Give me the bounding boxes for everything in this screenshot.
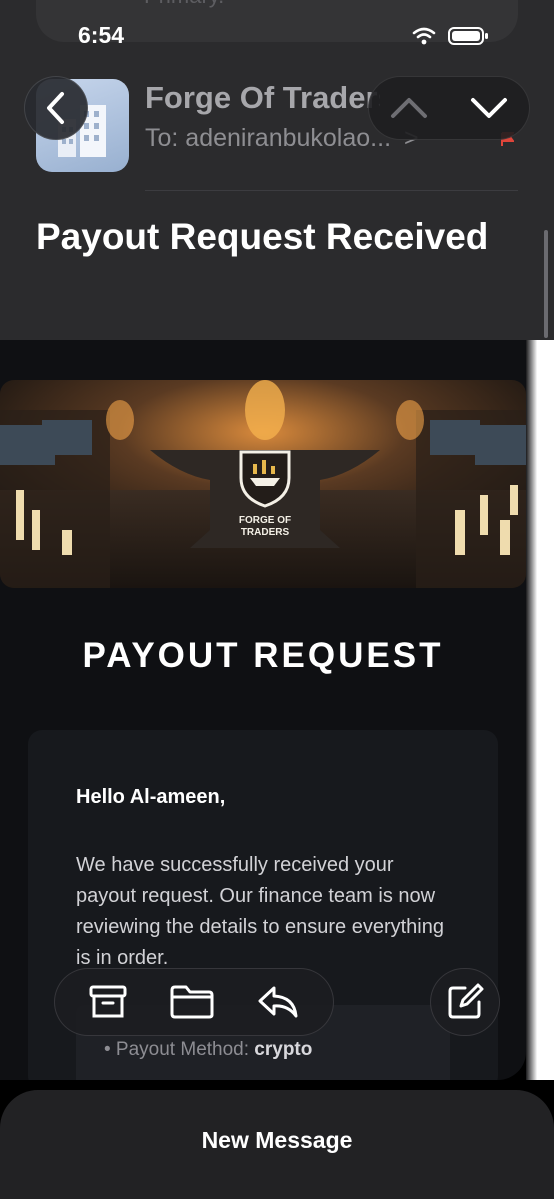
back-button[interactable] — [24, 76, 88, 140]
chevron-down-icon[interactable] — [469, 96, 509, 120]
payout-method-label: • Payout Method: — [104, 1039, 250, 1060]
greeting: Hello Al-ameen, — [76, 786, 226, 808]
banner-logo-line2: TRADERS — [241, 527, 290, 538]
message-nav-control — [368, 76, 530, 140]
email-banner: FORGE OF TRADERS — [0, 380, 526, 588]
forge-banner-image: FORGE OF TRADERS — [0, 380, 526, 588]
wifi-icon — [412, 27, 436, 45]
status-icons — [412, 26, 490, 46]
chevron-up-icon[interactable] — [389, 96, 429, 120]
archive-icon[interactable] — [88, 984, 128, 1020]
compose-button[interactable] — [430, 968, 500, 1036]
header-divider — [145, 190, 518, 191]
recipient-text: To: adeniranbukolao... — [145, 124, 392, 152]
edge-strip — [526, 340, 554, 1080]
email-heading: PAYOUT REQUEST — [82, 636, 444, 675]
new-message-sheet[interactable]: New Message — [0, 1090, 554, 1199]
scrollbar[interactable] — [544, 230, 548, 338]
sender-name[interactable]: Forge Of Traders — [145, 80, 380, 116]
payout-method-row: • Payout Method: crypto — [104, 1039, 312, 1061]
chevron-left-icon — [47, 92, 64, 124]
compose-icon — [448, 983, 484, 1019]
reply-icon[interactable] — [256, 984, 300, 1020]
previous-message-snippet: Primary. — [144, 0, 224, 9]
action-toolbar — [54, 968, 334, 1036]
email-subject: Payout Request Received — [36, 216, 489, 257]
new-message-label: New Message — [201, 1127, 353, 1153]
status-time: 6:54 — [78, 22, 125, 48]
battery-icon — [448, 27, 488, 45]
message-body: We have successfully received your payou… — [76, 854, 444, 969]
payout-method-value: crypto — [254, 1039, 313, 1060]
folder-icon[interactable] — [169, 984, 215, 1020]
banner-logo-line1: FORGE OF — [239, 515, 291, 526]
